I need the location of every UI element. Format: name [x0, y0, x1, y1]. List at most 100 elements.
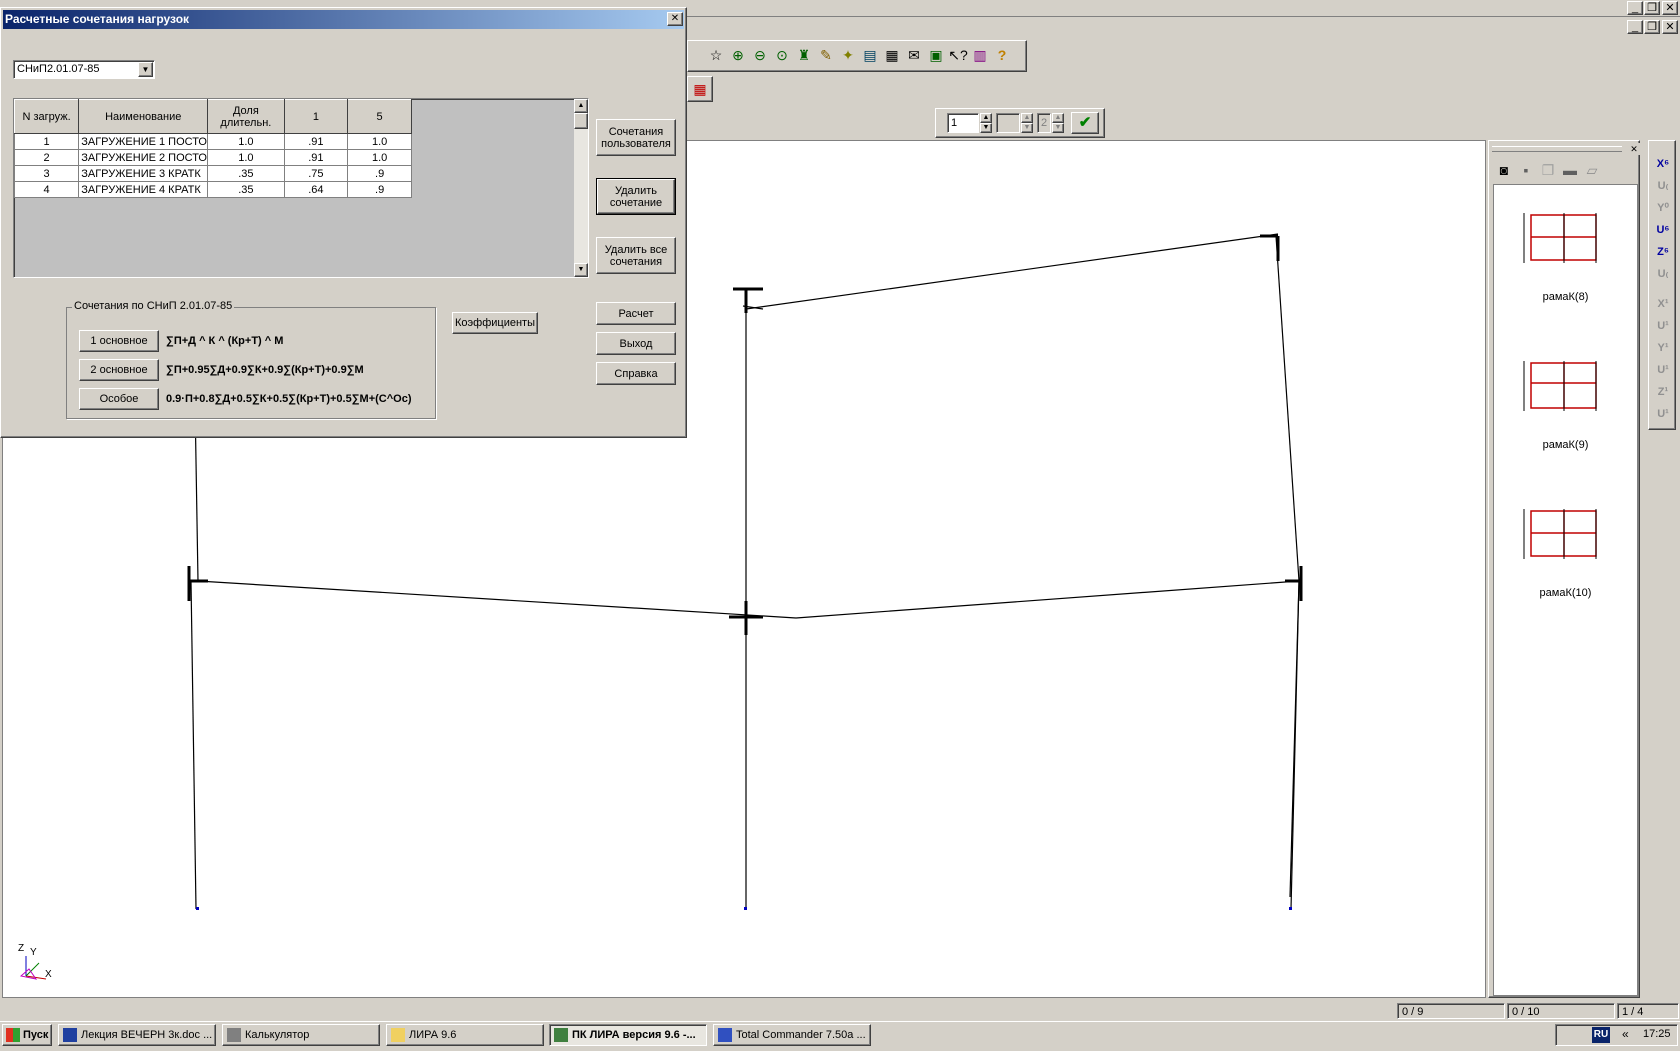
special-button[interactable]: Особое [79, 388, 159, 410]
scroll-thumb[interactable] [574, 113, 588, 129]
side-button-6[interactable]: X¹ [1653, 295, 1673, 313]
table-scrollbar[interactable]: ▲ ▼ [574, 99, 588, 277]
side-button-10[interactable]: Z¹ [1653, 383, 1673, 401]
bottle-icon[interactable]: ♜ [794, 45, 814, 65]
norm-select-value: СНиП2.01.07-85 [17, 63, 100, 75]
thumbnail-item[interactable]: рамаК(9) [1494, 439, 1637, 451]
combo-spin-input[interactable] [996, 113, 1020, 133]
table-row[interactable]: 4 ЗАГРУЖЕНИЕ 4 КРАТК .35 .64 .9 [13, 181, 412, 198]
column-header[interactable]: 1 [283, 99, 349, 134]
thumbnail-item[interactable]: рамаК(8) [1494, 291, 1637, 303]
windows-logo-icon [6, 1028, 20, 1042]
panel-grip[interactable] [1492, 146, 1622, 152]
zoom-out-icon[interactable]: ⊖ [750, 45, 770, 65]
column-header[interactable]: Наименование [78, 99, 209, 134]
thumbnail-drawings [1523, 213, 1597, 559]
task-label: Total Commander 7.50a ... [736, 1029, 866, 1041]
book-icon[interactable]: ▣ [926, 45, 946, 65]
task-label: ПК ЛИРА версия 9.6 -... [572, 1029, 696, 1041]
note-icon[interactable]: ✉ [904, 45, 924, 65]
side-button-0[interactable]: X⁶ [1653, 155, 1673, 173]
start-button[interactable]: Пуск [2, 1024, 52, 1046]
task-lira-folder[interactable]: ЛИРА 9.6 [386, 1024, 544, 1046]
layers-icon[interactable]: ▤ [860, 45, 880, 65]
axis-z-label: Z [18, 943, 25, 954]
mode-spin-input[interactable]: 2 [1037, 113, 1051, 133]
figure-icon[interactable]: ✦ [838, 45, 858, 65]
panel-close-button[interactable]: ✕ [1628, 143, 1640, 155]
books-icon[interactable]: ▥ [970, 45, 990, 65]
main-close-button[interactable]: ✕ [1662, 1, 1678, 15]
side-button-1[interactable]: U₍ [1653, 177, 1673, 195]
user-combinations-button[interactable]: Сочетания пользователя [596, 119, 676, 156]
question-icon[interactable]: ? [992, 45, 1012, 65]
copy-icon[interactable]: ❐ [1538, 160, 1558, 180]
edit-doc-icon[interactable]: ▦ [882, 45, 902, 65]
floppy-icon [718, 1028, 732, 1042]
exit-button[interactable]: Выход [596, 332, 676, 355]
task-word[interactable]: Лекция ВЕЧЕРН 3к.doc ... [58, 1024, 216, 1046]
axis-x-label: X [45, 969, 52, 980]
side-button-11[interactable]: U¹ [1653, 405, 1673, 423]
delete-all-combinations-button[interactable]: Удалить все сочетания [596, 237, 676, 274]
chevron-down-icon[interactable]: ▼ [138, 62, 153, 77]
mdi-restore-button[interactable]: ❐ [1644, 20, 1660, 34]
word-icon [63, 1028, 77, 1042]
basic-2-formula: ∑П+0.95∑Д+0.9∑К+0.9∑(Кр+Т)+0.9∑М [166, 364, 364, 376]
side-button-5[interactable]: U₍ [1653, 265, 1673, 283]
brush-icon[interactable]: ✎ [816, 45, 836, 65]
zoom-all-icon[interactable]: ⊙ [772, 45, 792, 65]
table-row[interactable]: 1 ЗАГРУЖЕНИЕ 1 ПОСТО 1.0 .91 1.0 [13, 133, 412, 150]
basic-1-button[interactable]: 1 основное [79, 330, 159, 352]
norm-select[interactable]: СНиП2.01.07-85 ▼ [13, 60, 155, 79]
column-header[interactable]: N загруж. [13, 99, 80, 134]
help-button[interactable]: Справка [596, 362, 676, 385]
side-button-8[interactable]: Y¹ [1653, 339, 1673, 357]
task-lira-app[interactable]: ПК ЛИРА версия 9.6 -... [549, 1024, 707, 1046]
side-button-3[interactable]: U⁶ [1653, 221, 1673, 239]
star-icon[interactable]: ☆ [706, 45, 726, 65]
image-icon[interactable]: ▬ [1560, 160, 1580, 180]
delete-combination-button[interactable]: Удалить сочетание [596, 178, 676, 215]
column-header[interactable]: Доля длительн. [207, 99, 285, 134]
grid-select-icon[interactable]: ▦ [690, 79, 710, 99]
loads-table: N загруж. Наименование Доля длительн. 1 … [13, 99, 412, 198]
main-restore-button[interactable]: ❐ [1644, 1, 1660, 15]
column-header[interactable]: 5 [347, 99, 412, 134]
loadcase-spin-down[interactable]: ▼ [980, 123, 992, 133]
mdi-minimize-button[interactable]: _ [1627, 20, 1643, 34]
start-label: Пуск [23, 1029, 49, 1041]
apply-check-button[interactable]: ✔ [1071, 112, 1099, 134]
coefficients-button[interactable]: Коэффициенты [452, 312, 538, 334]
language-indicator[interactable]: RU [1592, 1027, 1610, 1043]
special-formula: 0.9·П+0.8∑Д+0.5∑К+0.5∑(Кр+Т)+0.5∑М+(С^Ос… [166, 393, 412, 405]
calculate-button[interactable]: Расчет [596, 302, 676, 325]
table-row[interactable]: 2 ЗАГРУЖЕНИЕ 2 ПОСТО 1.0 .91 1.0 [13, 149, 412, 166]
loadcase-spin-input[interactable]: 1 [947, 113, 979, 133]
table-row[interactable]: 3 ЗАГРУЖЕНИЕ 3 КРАТК .35 .75 .9 [13, 165, 412, 182]
dialog-close-button[interactable]: ✕ [667, 12, 683, 26]
scroll-down-button[interactable]: ▼ [574, 263, 588, 277]
save-icon[interactable]: ▪ [1516, 160, 1536, 180]
status-cell-nodes: 0 / 9 [1397, 1003, 1505, 1019]
main-minimize-button[interactable]: _ [1627, 1, 1643, 15]
mode-spin-down[interactable]: ▼ [1052, 123, 1064, 133]
side-button-4[interactable]: Z⁶ [1653, 243, 1673, 261]
combo-spin-down[interactable]: ▼ [1021, 123, 1033, 133]
scroll-up-button[interactable]: ▲ [574, 99, 588, 113]
task-total-commander[interactable]: Total Commander 7.50a ... [713, 1024, 871, 1046]
thumbnail-list: рамаК(8) рамаК(9) рамаК(10) [1493, 184, 1638, 996]
camera-icon[interactable]: ◙ [1494, 160, 1514, 180]
mdi-close-button[interactable]: ✕ [1662, 20, 1678, 34]
dialog-title: Расчетные сочетания нагрузок [3, 10, 684, 29]
basic-2-button[interactable]: 2 основное [79, 359, 159, 381]
tray-expand-icon[interactable]: « [1622, 1027, 1629, 1041]
help-cursor-icon[interactable]: ↖? [948, 45, 968, 65]
side-button-2[interactable]: Y⁰ [1653, 199, 1673, 217]
zoom-in-icon[interactable]: ⊕ [728, 45, 748, 65]
task-calculator[interactable]: Калькулятор [222, 1024, 380, 1046]
side-button-9[interactable]: U¹ [1653, 361, 1673, 379]
thumbnail-item[interactable]: рамаК(10) [1494, 587, 1637, 599]
side-button-7[interactable]: U¹ [1653, 317, 1673, 335]
print-icon[interactable]: ▱ [1582, 160, 1602, 180]
